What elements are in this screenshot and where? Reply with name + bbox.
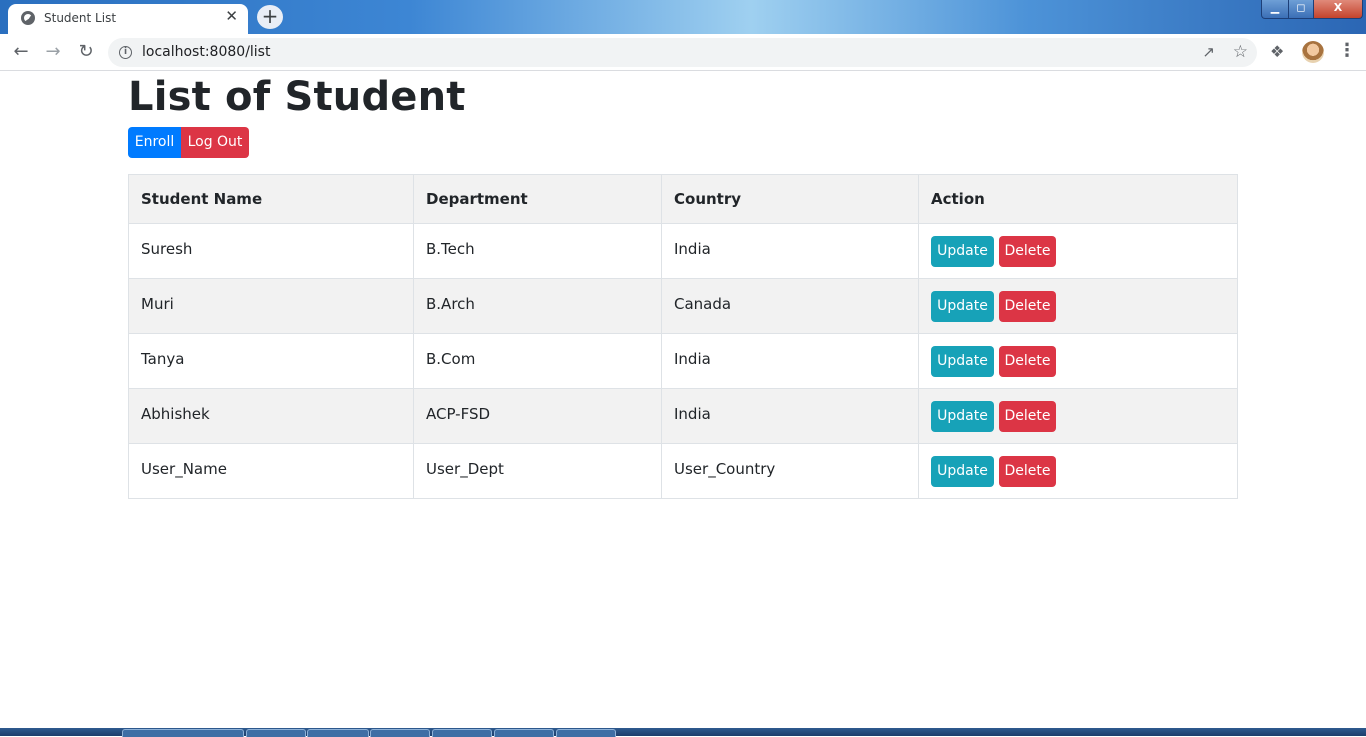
cell-action: Update Delete	[918, 443, 1238, 499]
tab-title: Student List	[44, 11, 117, 25]
tab-close-icon[interactable]: ✕	[225, 9, 238, 24]
table-row: Suresh B.Tech India Update Delete	[128, 223, 1238, 279]
cell-student-name: Tanya	[128, 333, 414, 389]
table-row: Abhishek ACP-FSD India Update Delete	[128, 388, 1238, 444]
maximize-button[interactable]: ◻	[1288, 0, 1314, 19]
update-button[interactable]: Update	[931, 346, 994, 377]
new-tab-button[interactable]: +	[257, 5, 283, 29]
cell-department: B.Com	[413, 333, 662, 389]
cell-student-name: Suresh	[128, 223, 414, 279]
update-button[interactable]: Update	[931, 401, 994, 432]
delete-button[interactable]: Delete	[999, 401, 1056, 432]
update-button[interactable]: Update	[931, 291, 994, 322]
cell-action: Update Delete	[918, 278, 1238, 334]
globe-icon	[21, 11, 35, 25]
share-icon[interactable]: ↗	[1202, 43, 1215, 61]
delete-button[interactable]: Delete	[999, 346, 1056, 377]
student-table: Student Name Department Country Action S…	[128, 174, 1238, 499]
url-text[interactable]: localhost:8080/list	[142, 44, 270, 60]
header-country: Country	[661, 174, 919, 224]
cell-action: Update Delete	[918, 388, 1238, 444]
enroll-button[interactable]: Enroll	[128, 127, 181, 158]
cell-country: India	[661, 223, 919, 279]
cell-country: User_Country	[661, 443, 919, 499]
bookmark-star-icon[interactable]: ☆	[1233, 42, 1248, 62]
forward-arrow-icon[interactable]: →	[42, 41, 64, 63]
reload-icon[interactable]: ↻	[75, 41, 97, 63]
page-title: List of Student	[128, 74, 466, 120]
cell-country: Canada	[661, 278, 919, 334]
close-window-button[interactable]: X	[1313, 0, 1363, 19]
table-row: Tanya B.Com India Update Delete	[128, 333, 1238, 389]
more-menu-icon[interactable]: ⋮	[1338, 40, 1356, 61]
header-student-name: Student Name	[128, 174, 414, 224]
table-row: User_Name User_Dept User_Country Update D…	[128, 443, 1238, 499]
cell-department: B.Tech	[413, 223, 662, 279]
window-title-bar: Student List ✕ + ▁ ◻ X	[0, 0, 1366, 34]
update-button[interactable]: Update	[931, 236, 994, 267]
logout-button[interactable]: Log Out	[181, 127, 249, 158]
delete-button[interactable]: Delete	[999, 236, 1056, 267]
header-department: Department	[413, 174, 662, 224]
cell-country: India	[661, 333, 919, 389]
extensions-puzzle-icon[interactable]: ❖	[1270, 42, 1284, 61]
cell-action: Update Delete	[918, 223, 1238, 279]
cell-department: User_Dept	[413, 443, 662, 499]
cell-student-name: Abhishek	[128, 388, 414, 444]
cell-action: Update Delete	[918, 333, 1238, 389]
cell-department: B.Arch	[413, 278, 662, 334]
cell-department: ACP-FSD	[413, 388, 662, 444]
back-arrow-icon[interactable]: ←	[10, 41, 32, 63]
cell-country: India	[661, 388, 919, 444]
delete-button[interactable]: Delete	[999, 456, 1056, 487]
delete-button[interactable]: Delete	[999, 291, 1056, 322]
cell-student-name: Muri	[128, 278, 414, 334]
profile-avatar[interactable]	[1302, 41, 1324, 63]
update-button[interactable]: Update	[931, 456, 994, 487]
table-row: Muri B.Arch Canada Update Delete	[128, 278, 1238, 334]
os-taskbar	[0, 728, 1366, 737]
cell-student-name: User_Name	[128, 443, 414, 499]
site-info-icon[interactable]: i	[119, 46, 132, 59]
table-header-row: Student Name Department Country Action	[128, 174, 1238, 224]
address-bar[interactable]: i localhost:8080/list ↗ ☆	[108, 38, 1257, 67]
browser-toolbar: ← → ↻ i localhost:8080/list ↗ ☆ ❖ ⋮	[0, 34, 1366, 71]
browser-tab[interactable]: Student List ✕	[8, 4, 248, 34]
minimize-button[interactable]: ▁	[1261, 0, 1289, 19]
header-action: Action	[918, 174, 1238, 224]
